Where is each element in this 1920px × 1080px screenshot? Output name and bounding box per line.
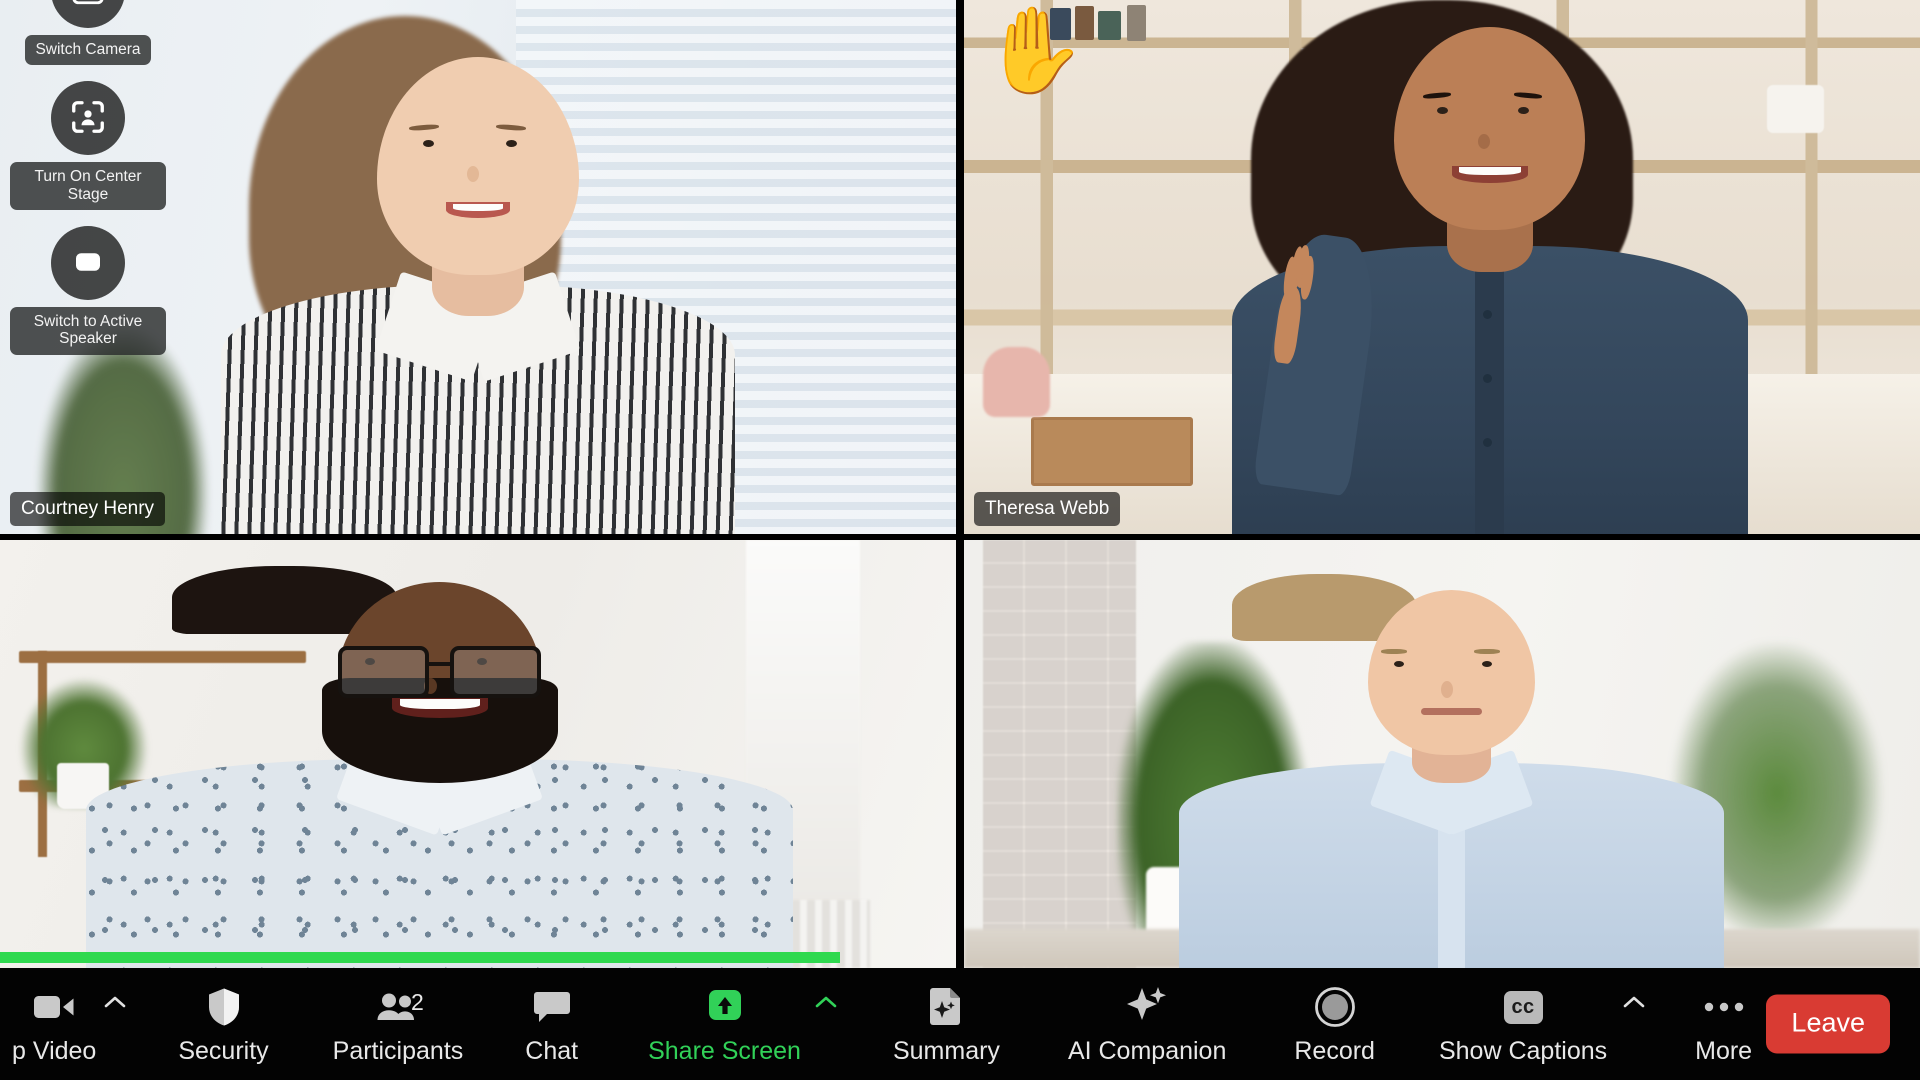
background-book: [1097, 10, 1121, 41]
shirt-placket: [1475, 267, 1505, 534]
video-camera-icon: [28, 984, 80, 1030]
chat-button[interactable]: Chat: [519, 968, 584, 1080]
share-screen-options-caret[interactable]: [813, 968, 839, 1080]
video-tile-courtney-henry[interactable]: Switch Camera Turn On Center Stage Switc…: [0, 0, 956, 534]
security-button[interactable]: Security: [172, 968, 274, 1080]
nose: [1477, 133, 1490, 149]
summary-button[interactable]: Summary: [887, 968, 1006, 1080]
teeth: [399, 699, 480, 710]
teeth: [1458, 166, 1521, 175]
shield-icon: [198, 984, 250, 1030]
meeting-toolbar: p Video Security 2 Participants Chat Sha…: [0, 968, 1920, 1080]
video-feed-theresa-webb: [964, 0, 1920, 534]
center-stage-label: Turn On Center Stage: [10, 162, 166, 211]
video-tile-bottom-right[interactable]: [964, 540, 1920, 968]
sparkle-icon: [1121, 984, 1173, 1030]
participant-portrait: [1178, 574, 1725, 968]
record-label: Record: [1294, 1037, 1375, 1065]
cc-icon: cc: [1497, 984, 1549, 1030]
video-feed-bottom-right: [964, 540, 1920, 968]
share-screen-label: Share Screen: [648, 1037, 801, 1065]
chat-bubble-icon: [526, 984, 578, 1030]
raised-hand-emoji: ✋: [982, 3, 1087, 97]
summary-label: Summary: [892, 1037, 1000, 1065]
background-brick-wall: [983, 540, 1137, 968]
participant-portrait: [86, 565, 794, 968]
active-speaker-icon: [70, 244, 106, 283]
record-button[interactable]: Record: [1288, 968, 1381, 1080]
more-label: More: [1695, 1037, 1753, 1065]
summary-doc-icon: [920, 984, 972, 1030]
leave-button[interactable]: Leave: [1766, 994, 1890, 1054]
switch-to-active-speaker-label: Switch to Active Speaker: [10, 307, 166, 355]
participant-name-badge: Theresa Webb: [974, 492, 1121, 526]
share-screen-button[interactable]: Share Screen: [642, 968, 807, 1080]
video-tile-bottom-left[interactable]: [0, 540, 956, 968]
participant-name-badge: Courtney Henry: [10, 492, 166, 526]
record-circle-icon: [1309, 984, 1361, 1030]
share-screen-icon: [699, 984, 751, 1030]
eyebrow-right: [1473, 649, 1500, 655]
eye-left: [1437, 106, 1449, 114]
participant-portrait: [1231, 0, 1748, 534]
video-feed-bottom-left: [0, 540, 956, 968]
ai-companion-button[interactable]: AI Companion: [1062, 968, 1232, 1080]
zoom-meeting-window: Switch Camera Turn On Center Stage Switc…: [0, 0, 1920, 1080]
participants-count: 2: [410, 989, 424, 1015]
chat-label: Chat: [525, 1037, 579, 1065]
camera-controls-overlay: Switch Camera Turn On Center Stage Switc…: [8, 0, 168, 371]
stop-video-label: p Video: [12, 1037, 97, 1065]
stop-video-button[interactable]: p Video: [6, 968, 102, 1080]
more-button[interactable]: More: [1689, 968, 1758, 1080]
cc-icon-text: cc: [1503, 990, 1543, 1024]
shirt-button: [1483, 437, 1493, 447]
eyeglass-bridge: [429, 662, 451, 667]
eye-right: [505, 140, 517, 148]
switch-camera-button[interactable]: [51, 0, 125, 28]
head: [1367, 589, 1536, 756]
participants-button[interactable]: 2 Participants: [327, 968, 470, 1080]
nose: [1440, 680, 1453, 698]
switch-camera-icon: [70, 0, 106, 11]
ai-companion-label: AI Companion: [1067, 1037, 1227, 1065]
teeth: [452, 203, 504, 211]
switch-camera-label: Switch Camera: [25, 35, 151, 66]
switch-to-active-speaker-button[interactable]: [51, 226, 125, 301]
active-speaker-indicator-bar: [0, 952, 840, 963]
head: [377, 57, 579, 275]
background-cup: [1767, 85, 1825, 134]
participant-portrait: [221, 16, 735, 534]
show-captions-label: Show Captions: [1438, 1037, 1608, 1065]
shirt-button: [1483, 373, 1493, 383]
background-vase: [983, 347, 1051, 417]
eyeglass-lens-left: [338, 646, 430, 699]
captions-options-caret[interactable]: [1621, 968, 1647, 1080]
security-label: Security: [178, 1037, 269, 1065]
shirt-button: [1483, 309, 1493, 319]
center-stage-icon: [69, 98, 107, 139]
video-tile-theresa-webb[interactable]: ✋ Theresa Webb: [964, 0, 1920, 534]
background-box: [1030, 416, 1194, 486]
mouth: [1420, 708, 1483, 716]
center-stage-button[interactable]: [51, 81, 125, 156]
eyeglass-lens-right: [450, 646, 542, 699]
ellipsis-icon: [1698, 984, 1750, 1030]
video-options-caret[interactable]: [102, 968, 128, 1080]
video-gallery-grid: Switch Camera Turn On Center Stage Switc…: [0, 0, 1920, 968]
participants-label: Participants: [332, 1037, 464, 1065]
show-captions-button[interactable]: cc Show Captions: [1433, 968, 1613, 1080]
eyebrow-left: [1381, 649, 1408, 655]
background-book: [1126, 5, 1146, 41]
nose: [466, 166, 479, 183]
